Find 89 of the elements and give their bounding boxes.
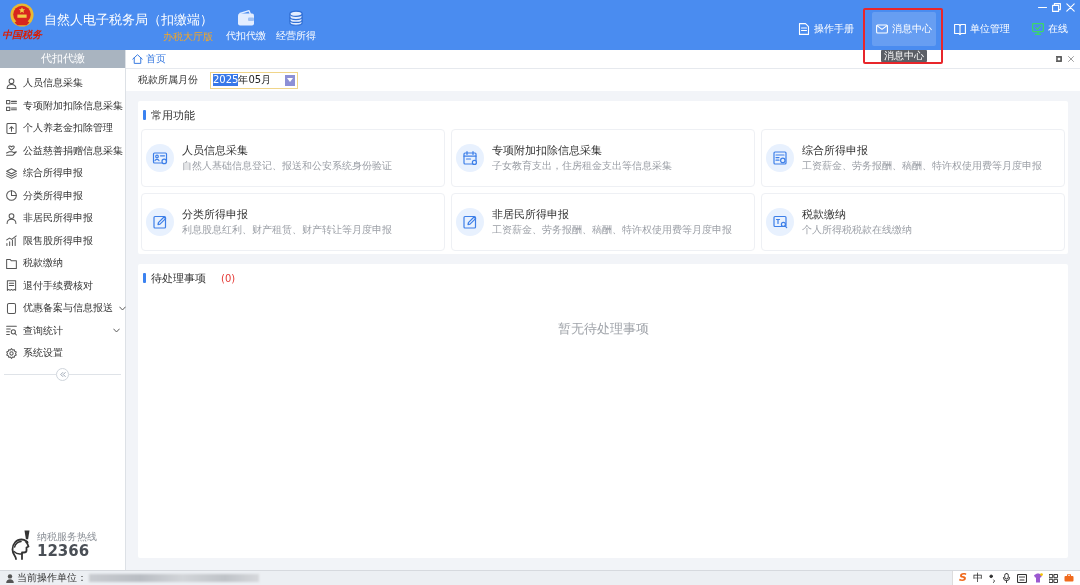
tile-title: 分类所得申报	[182, 208, 249, 221]
tile-description: 自然人基础信息登记、报送和公安系统身份验证	[182, 160, 392, 172]
settings-icon	[6, 347, 17, 359]
sidebar-item[interactable]: 公益慈善捐赠信息采集	[0, 139, 125, 162]
receipt-search-icon	[766, 208, 794, 236]
monitor-check-icon	[1032, 23, 1044, 35]
status-label: 当前操作单位：	[17, 572, 87, 584]
sidebar-item[interactable]: 专项附加扣除信息采集	[0, 94, 125, 117]
sidebar-item[interactable]: 人员信息采集	[0, 72, 125, 95]
mail-icon	[876, 23, 888, 35]
sidebar-header: 代扣代缴	[0, 50, 125, 68]
microphone-icon[interactable]	[1002, 573, 1011, 583]
function-tile[interactable]: 非居民所得申报 工资薪金、劳务报酬、稿酬、特许权使用费等月度申报	[451, 193, 755, 251]
sidebar-item[interactable]: 综合所得申报	[0, 162, 125, 185]
edit-icon	[146, 208, 174, 236]
bar-chart-icon	[6, 235, 17, 247]
field-label: 税款所属月份	[138, 73, 198, 87]
collapse-button[interactable]	[56, 368, 69, 381]
keyboard-icon[interactable]	[1017, 573, 1027, 583]
logo-text: 中国税务	[2, 29, 42, 40]
close-icon[interactable]	[1068, 56, 1074, 62]
empty-message: 暂无待处理事项	[557, 320, 649, 338]
sidebar-item[interactable]: 优惠备案与信息报送	[0, 297, 125, 320]
tile-title: 专项附加扣除信息采集	[492, 144, 603, 157]
tile-title: 非居民所得申报	[492, 208, 570, 221]
toolbox-icon[interactable]	[1064, 574, 1074, 582]
list-icon	[6, 100, 17, 112]
tile-title: 人员信息采集	[182, 144, 249, 157]
hotline-label: 纳税服务热线	[37, 531, 97, 543]
tile-description: 个人所得税税款在线缴纳	[802, 224, 912, 236]
function-tile[interactable]: 综合所得申报 工资薪金、劳务报酬、稿酬、特许权使用费等月度申报	[761, 129, 1065, 187]
sidebar-item[interactable]: 税款缴纳	[0, 252, 125, 275]
home-icon	[132, 54, 143, 64]
tile-description: 工资薪金、劳务报酬、稿酬、特许权使用费等月度申报	[492, 224, 732, 236]
person-icon	[6, 212, 17, 224]
pie-chart-icon	[6, 190, 17, 202]
chevron-down-icon	[119, 305, 126, 311]
chevron-down-icon	[113, 328, 120, 334]
dropdown-button[interactable]	[285, 74, 295, 86]
hotline-number: 12366	[37, 543, 91, 560]
sidebar-item[interactable]: 限售股所得申报	[0, 229, 125, 252]
section-title: 常用功能	[151, 107, 195, 123]
shirt-icon[interactable]	[1033, 573, 1043, 583]
edit-icon	[456, 208, 484, 236]
tile-title: 税款缴纳	[802, 208, 847, 221]
person-icon	[6, 77, 17, 89]
wallet-icon	[237, 10, 255, 26]
layers-icon	[6, 167, 17, 179]
restore-icon[interactable]	[1052, 3, 1061, 12]
count-label: (0)	[221, 272, 236, 284]
sidebar-item[interactable]: 退付手续费核对	[0, 274, 125, 297]
tablet-icon	[6, 302, 17, 314]
book-icon	[954, 23, 966, 35]
folder-icon	[6, 257, 17, 269]
tile-description: 子女教育支出，住房租金支出等信息采集	[492, 160, 672, 172]
search-list-icon	[6, 325, 17, 337]
tooltip: 消息中心	[881, 50, 927, 62]
sidebar-item[interactable]: 个人养老金扣除管理	[0, 117, 125, 140]
emblem-icon	[10, 3, 34, 27]
function-tile[interactable]: 分类所得申报 利息股息红利、财产租赁、财产转让等月度申报	[141, 193, 445, 251]
hand-heart-icon	[6, 145, 17, 157]
tile-description: 工资薪金、劳务报酬、稿酬、特许权使用费等月度申报	[802, 160, 1042, 172]
grid-icon[interactable]	[1049, 573, 1058, 583]
tile-description: 利息股息红利、财产租赁、财产转让等月度申报	[182, 224, 392, 236]
coin-stack-icon	[287, 10, 305, 26]
receipt-icon	[6, 280, 17, 292]
person-icon	[6, 573, 14, 583]
edition-label: 办税大厅版	[163, 31, 213, 43]
caret-down-icon	[287, 78, 293, 82]
form-icon	[766, 144, 794, 172]
document-icon	[798, 23, 810, 35]
sidebar-item[interactable]: 查询统计	[0, 319, 125, 342]
function-tile[interactable]: 人员信息采集 自然人基础信息登记、报送和公安系统身份验证	[141, 129, 445, 187]
sidebar-item[interactable]: 系统设置	[0, 342, 125, 365]
app-title: 自然人电子税务局（扣缴端）	[44, 11, 213, 29]
punctuation-icon[interactable]	[989, 573, 996, 583]
calendar-icon	[456, 144, 484, 172]
ime-mode-button[interactable]: 中	[973, 572, 983, 584]
document-icon	[6, 122, 17, 134]
tab[interactable]: 首页	[132, 53, 166, 65]
tile-title: 综合所得申报	[802, 144, 869, 157]
function-tile[interactable]: 税款缴纳 个人所得税税款在线缴纳	[761, 193, 1065, 251]
maximize-icon[interactable]	[1056, 56, 1062, 62]
id-card-icon	[146, 144, 174, 172]
section-title: 待处理事项	[151, 270, 206, 286]
sidebar-item[interactable]: 分类所得申报	[0, 184, 125, 207]
function-tile[interactable]: 专项附加扣除信息采集 子女教育支出，住房租金支出等信息采集	[451, 129, 755, 187]
sidebar-item[interactable]: 非居民所得申报	[0, 207, 125, 230]
double-chevron-left-icon	[59, 372, 66, 377]
